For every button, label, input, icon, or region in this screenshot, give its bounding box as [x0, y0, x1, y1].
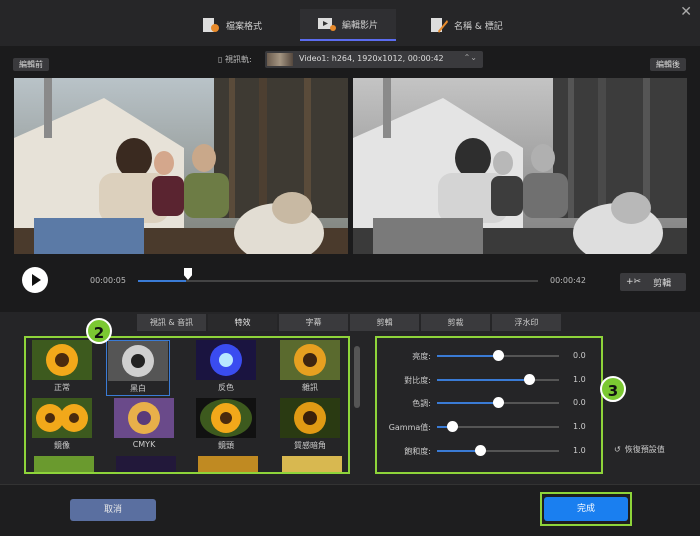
hue-row: 色調: 0.0: [377, 395, 601, 411]
cut-button[interactable]: +✂ 剪輯: [620, 273, 686, 291]
preview-before-frame: [14, 78, 348, 254]
effect-label: 質感暗角: [294, 441, 326, 450]
video-thumbnail: [267, 53, 293, 66]
saturation-handle[interactable]: [474, 445, 486, 456]
edit-video-icon: [318, 16, 336, 32]
contrast-label: 對比度:: [404, 376, 431, 385]
tab-crop[interactable]: 剪裁: [421, 314, 490, 331]
tab-video-audio[interactable]: 視訊 & 音訊: [137, 314, 206, 331]
sunflower-thumbnail: [280, 340, 340, 380]
tab-file-format-label: 檔案格式: [226, 21, 263, 32]
slider-fill: [437, 355, 498, 357]
effect-partial-thumbnail: [198, 456, 258, 472]
brightness-handle[interactable]: [493, 350, 504, 361]
saturation-slider[interactable]: [437, 450, 559, 452]
reset-label: 恢復預設值: [624, 445, 665, 454]
tab-watermark[interactable]: 浮水印: [492, 314, 561, 331]
scissors-icon: +✂: [626, 277, 642, 287]
sunflower-thumbnail: [108, 341, 168, 381]
done-button[interactable]: 完成: [544, 497, 628, 521]
top-tab-bar: 檔案格式 編輯影片 名稱 & 標記 ✕: [0, 0, 700, 46]
tag-icon: [430, 17, 448, 33]
effect-label: 正常: [54, 383, 70, 392]
video-track-label: ▯ 視訊軌:: [218, 55, 252, 64]
timeline-progress: [138, 280, 186, 282]
effects-scrollbar[interactable]: [354, 346, 360, 408]
tab-edit-video[interactable]: 編輯影片: [300, 9, 397, 41]
contrast-handle[interactable]: [523, 374, 535, 385]
current-time: 00:00:05: [90, 276, 126, 285]
after-label: 編輯後: [650, 58, 686, 71]
tab-trim[interactable]: 剪輯: [350, 314, 419, 331]
edit-tabs: 視訊 & 音訊 特效 字幕 剪輯 剪裁 浮水印: [137, 314, 561, 331]
effect-lens[interactable]: 鏡頭: [194, 398, 258, 454]
effect-cmyk[interactable]: CMYK: [112, 398, 176, 454]
effect-label: 雜訊: [302, 383, 318, 392]
cut-button-label: 剪輯: [653, 278, 672, 289]
contrast-value: 1.0: [573, 375, 586, 384]
brightness-value: 0.0: [573, 351, 586, 360]
effect-noise[interactable]: 雜訊: [278, 340, 342, 396]
slider-fill: [437, 450, 480, 452]
tab-effects[interactable]: 特效: [208, 314, 277, 331]
effect-label: 反色: [218, 383, 234, 392]
file-format-icon: [202, 17, 220, 33]
slider-fill: [437, 402, 498, 404]
contrast-slider[interactable]: [437, 379, 559, 381]
contrast-row: 對比度: 1.0: [377, 372, 601, 388]
saturation-row: 飽和度: 1.0: [377, 443, 601, 459]
effects-grid: 正常 黑白 反色 雜訊 鏡像 CMYK 鏡頭 質感暗角: [24, 336, 350, 474]
sunflower-thumbnail: [196, 398, 256, 438]
hue-handle[interactable]: [493, 397, 504, 408]
saturation-value: 1.0: [573, 446, 586, 455]
effect-normal[interactable]: 正常: [30, 340, 94, 396]
total-time: 00:00:42: [550, 276, 586, 285]
preview-after-frame: [353, 78, 687, 254]
tab-name-tag-label: 名稱 & 標記: [454, 21, 503, 32]
tab-subtitle[interactable]: 字幕: [279, 314, 348, 331]
reset-defaults-button[interactable]: ↺ 恢復預設值: [614, 444, 665, 455]
adjustments-panel: 亮度: 0.0 對比度: 1.0 色調: 0.0 Gamma值: 1.0 飽和度…: [375, 336, 603, 474]
effect-label: 鏡像: [54, 441, 70, 450]
gamma-row: Gamma值: 1.0: [377, 419, 601, 435]
effect-label: CMYK: [132, 440, 156, 449]
slider-fill: [437, 379, 529, 381]
effect-bw[interactable]: 黑白: [106, 340, 170, 396]
brightness-label: 亮度:: [412, 352, 431, 361]
effect-invert[interactable]: 反色: [194, 340, 258, 396]
effect-partial-thumbnail: [34, 456, 94, 472]
effect-label: 黑白: [130, 384, 146, 393]
effect-partial-thumbnail: [116, 456, 176, 472]
hue-value: 0.0: [573, 398, 586, 407]
sunflower-thumbnail: [114, 398, 174, 438]
effect-mirror[interactable]: 鏡像: [30, 398, 94, 454]
step-badge-2: 2: [86, 318, 112, 344]
sunflower-thumbnail: [32, 340, 92, 380]
video-track-select[interactable]: Video1: h264, 1920x1012, 00:00:42 ⌃⌄: [265, 51, 483, 68]
close-icon[interactable]: ✕: [680, 4, 692, 20]
cancel-button[interactable]: 取消: [70, 499, 156, 521]
gamma-value: 1.0: [573, 422, 586, 431]
effect-vignette[interactable]: 質感暗角: [278, 398, 342, 454]
tab-name-tag[interactable]: 名稱 & 標記: [430, 9, 503, 41]
saturation-label: 飽和度:: [404, 447, 431, 456]
play-button[interactable]: [22, 267, 48, 293]
brightness-row: 亮度: 0.0: [377, 348, 601, 364]
sunflower-thumbnail: [280, 398, 340, 438]
reset-icon: ↺: [614, 445, 621, 454]
tab-file-format[interactable]: 檔案格式: [202, 9, 262, 41]
before-label: 編輯前: [13, 58, 49, 71]
video-track-value: Video1: h264, 1920x1012, 00:00:42: [299, 54, 444, 63]
sunflower-thumbnail: [32, 398, 92, 438]
effect-label: 鏡頭: [218, 441, 234, 450]
gamma-handle[interactable]: [446, 421, 458, 432]
sunflower-thumbnail: [196, 340, 256, 380]
step-badge-3: 3: [600, 376, 626, 402]
effect-partial-thumbnail: [282, 456, 342, 472]
select-arrow-icon: ⌃⌄: [463, 53, 477, 62]
hue-label: 色調:: [412, 399, 431, 408]
gamma-label: Gamma值:: [388, 423, 431, 432]
tab-edit-video-label: 編輯影片: [342, 20, 379, 31]
timeline-track[interactable]: [138, 280, 538, 282]
